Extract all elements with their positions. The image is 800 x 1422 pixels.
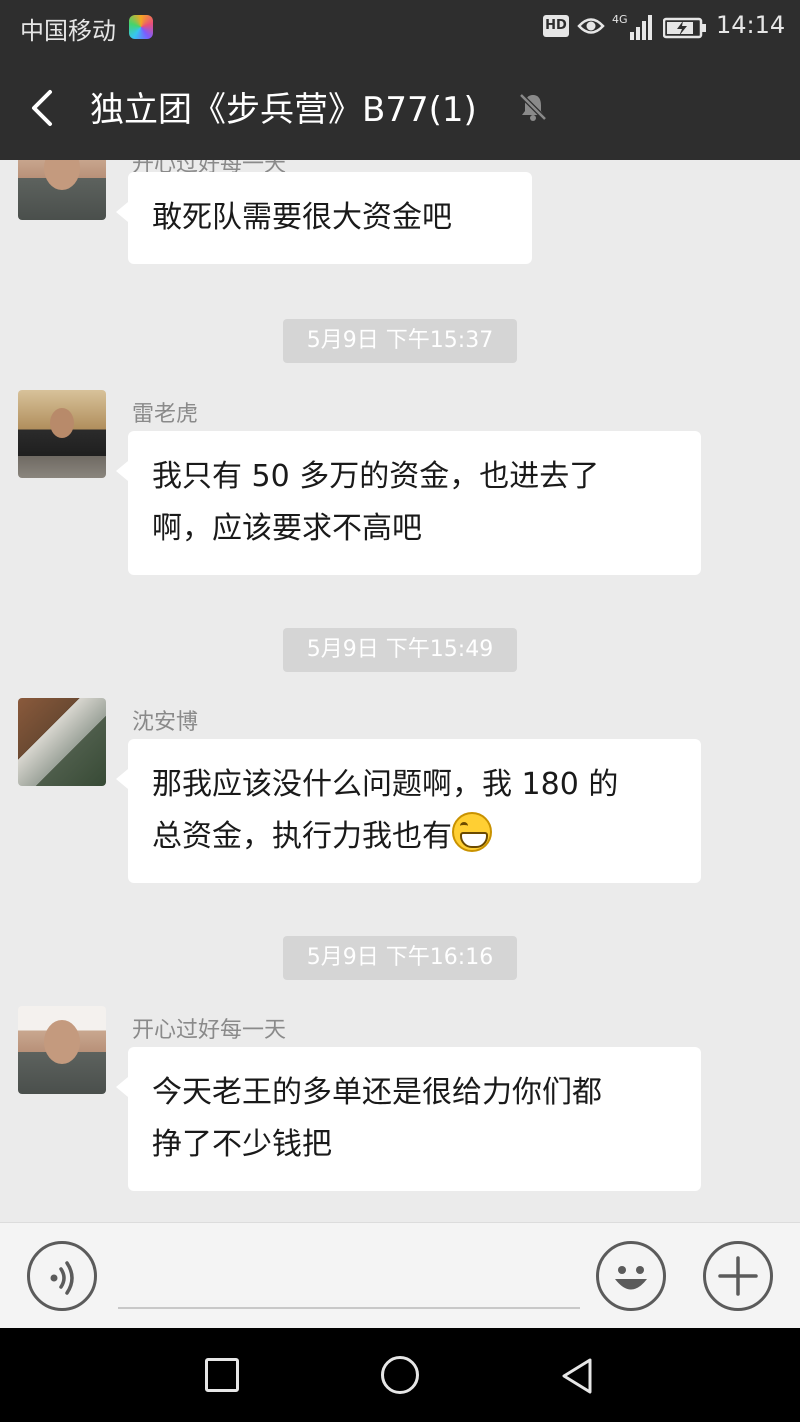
- battery-charging-icon: [662, 17, 707, 43]
- avatar-face: [50, 408, 74, 438]
- avatar-face: [44, 1020, 80, 1064]
- signal-4g-icon: 4G: [612, 12, 654, 46]
- message-text: 总资金，执行力我也有: [152, 819, 452, 854]
- grinning-face-emoji: [452, 812, 492, 852]
- timestamp-label: 5月9日 下午15:49: [283, 628, 517, 672]
- eye-icon: [577, 15, 605, 41]
- bell-muted-icon: [518, 92, 548, 126]
- avatar[interactable]: [18, 160, 106, 220]
- network-type-label: 4G: [612, 13, 628, 26]
- message-text: 我只有 50 多万的资金，也进去了: [152, 459, 600, 494]
- message-bubble[interactable]: 今天老王的多单还是很给力你们都 挣了不少钱把: [116, 1047, 701, 1191]
- message-text: 挣了不少钱把: [152, 1127, 332, 1162]
- back-triangle-icon[interactable]: [558, 1356, 598, 1400]
- plus-icon: [718, 1256, 758, 1296]
- avatar-face: [44, 160, 80, 190]
- timestamp-label: 5月9日 下午15:37: [283, 319, 517, 363]
- voice-input-icon: [50, 1261, 74, 1295]
- system-navigation-bar: [0, 1328, 800, 1422]
- recents-square-icon[interactable]: [205, 1358, 239, 1392]
- colorful-app-icon: [129, 15, 153, 39]
- chevron-left-icon: [32, 90, 52, 126]
- status-clock: 14:14: [716, 11, 786, 39]
- sender-name: 雷老虎: [132, 402, 199, 427]
- avatar[interactable]: [18, 390, 106, 478]
- home-circle-icon[interactable]: [381, 1356, 419, 1394]
- sender-name: 开心过好每一天: [132, 1018, 287, 1043]
- message-input-bar: [0, 1222, 800, 1328]
- emoji-face-icon: [615, 1266, 647, 1290]
- emoji-button[interactable]: [596, 1241, 666, 1311]
- hd-badge: HD: [543, 15, 569, 37]
- avatar[interactable]: [18, 1006, 106, 1094]
- message-text: 今天老王的多单还是很给力你们都: [152, 1075, 602, 1110]
- avatar[interactable]: [18, 698, 106, 786]
- message-text: 那我应该没什么问题啊，我 180 的: [152, 767, 619, 802]
- message-bubble[interactable]: 那我应该没什么问题啊，我 180 的 总资金，执行力我也有: [116, 739, 701, 883]
- carrier-name: 中国移动: [20, 17, 116, 45]
- message-text-input[interactable]: [118, 1247, 580, 1309]
- chat-message-list[interactable]: 开心过好每一天 敢死队需要很大资金吧 5月9日 下午15:37 雷老虎 我只有 …: [0, 160, 800, 1222]
- voice-input-button[interactable]: [27, 1241, 97, 1311]
- status-bar: 中国移动 HD 4G 14:14: [0, 0, 800, 56]
- chat-title[interactable]: 独立团《步兵营》B77(1): [90, 82, 477, 131]
- message-text: 敢死队需要很大资金吧: [152, 200, 452, 235]
- message-text: 啊，应该要求不高吧: [152, 511, 422, 546]
- more-options-button[interactable]: [703, 1241, 773, 1311]
- message-bubble[interactable]: 敢死队需要很大资金吧: [116, 172, 532, 264]
- sender-name: 沈安博: [132, 710, 199, 735]
- timestamp-label: 5月9日 下午16:16: [283, 936, 517, 980]
- chat-header: 独立团《步兵营》B77(1): [0, 56, 800, 160]
- message-bubble[interactable]: 我只有 50 多万的资金，也进去了 啊，应该要求不高吧: [116, 431, 701, 575]
- back-button[interactable]: [20, 86, 64, 130]
